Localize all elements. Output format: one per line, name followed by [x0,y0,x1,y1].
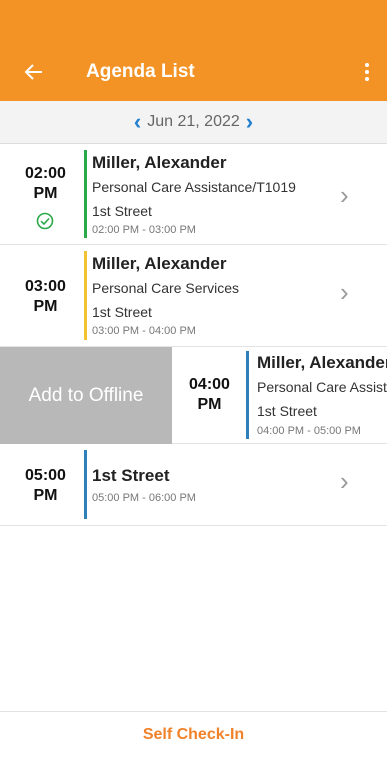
service-name: Personal Care Assistance/T1019 [257,379,387,395]
self-check-in-button[interactable]: Self Check-In [143,726,244,744]
page-title: Agenda List [86,61,195,82]
appointment-time: 04:00 PM [182,375,237,415]
client-name: Miller, Alexander [92,153,227,172]
chevron-right-icon[interactable]: › [340,180,349,211]
chevron-right-icon[interactable]: › [244,101,255,143]
time-period: PM [33,185,58,202]
client-name: Miller, Alexander [92,254,227,273]
time-range: 04:00 PM - 05:00 PM [257,425,361,437]
time-range: 03:00 PM - 04:00 PM [92,325,196,337]
service-name: Personal Care Assistance/T1019 [92,179,296,195]
time-period: PM [197,396,222,413]
time-period: PM [33,487,58,504]
back-arrow-icon[interactable] [24,58,54,86]
status-bar [84,450,87,519]
kebab-menu-icon[interactable] [358,60,376,86]
appointment-time: 02:00 PM [18,164,73,204]
chevron-right-icon[interactable]: › [340,277,349,308]
appointment-row[interactable]: 05:00 PM 1st Street 05:00 PM - 06:00 PM … [0,444,387,526]
service-name: Personal Care Services [92,280,240,296]
time-period: PM [33,298,58,315]
check-circle-icon [36,212,54,235]
address: 1st Street [257,403,317,419]
time-range: 02:00 PM - 03:00 PM [92,224,196,236]
appointment-row[interactable]: 04:00 PM Miller, Alexander Personal Care… [172,347,387,444]
status-bar [84,251,87,340]
time-hour: 05:00 [25,467,66,484]
chevron-right-icon[interactable]: › [340,466,349,497]
time-range: 05:00 PM - 06:00 PM [92,492,196,504]
add-to-offline-button[interactable]: Add to Offline [0,347,172,444]
app-bar: Agenda List [0,0,387,101]
appointment-time: 03:00 PM [18,277,73,317]
time-hour: 02:00 [25,165,66,182]
date-navigator: ‹ Jun 21, 2022 › [0,101,387,144]
current-date: Jun 21, 2022 [147,113,240,130]
appointment-row[interactable]: 02:00 PM Miller, Alexander Personal Care… [0,144,387,245]
address: 1st Street [92,304,152,320]
footer-bar: Self Check-In [0,711,387,758]
status-bar [246,351,249,439]
status-bar [84,150,87,238]
address: 1st Street [92,203,152,219]
time-hour: 04:00 [189,376,230,393]
chevron-left-icon[interactable]: ‹ [132,101,143,143]
time-hour: 03:00 [25,278,66,295]
address-title: 1st Street [92,466,170,485]
appointment-row[interactable]: 03:00 PM Miller, Alexander Personal Care… [0,245,387,347]
client-name: Miller, Alexander [257,353,387,372]
appointment-time: 05:00 PM [18,466,73,506]
